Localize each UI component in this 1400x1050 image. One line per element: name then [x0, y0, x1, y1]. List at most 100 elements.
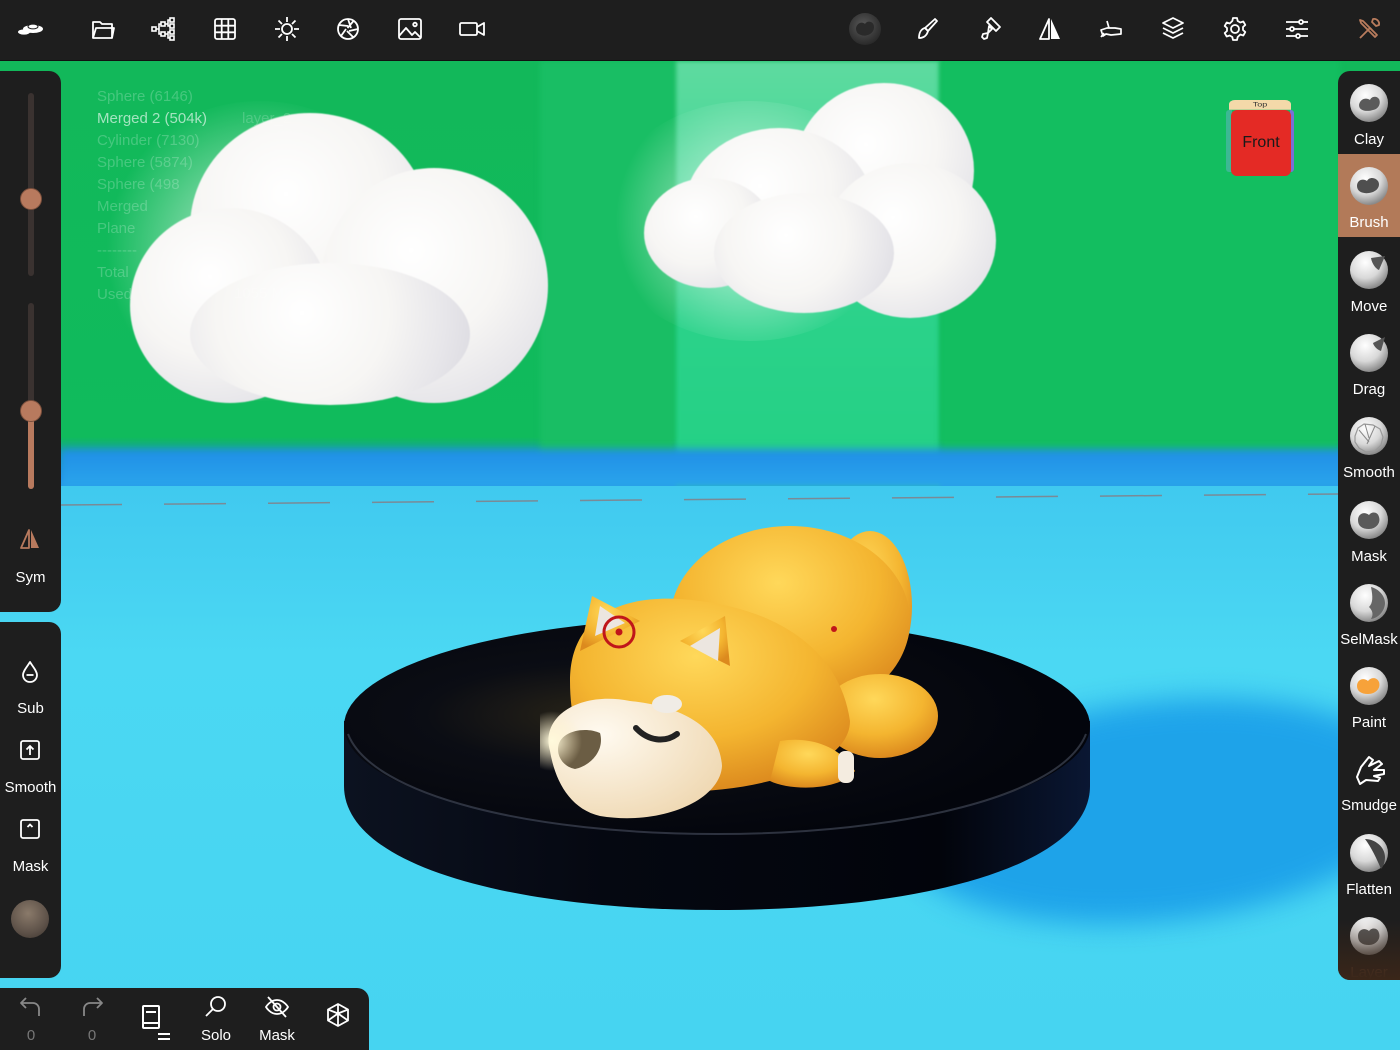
paint-brush-icon: [975, 15, 1003, 48]
layers-icon: [1159, 15, 1187, 48]
view-cube-front[interactable]: Front: [1231, 110, 1291, 176]
top-toolbar: [0, 0, 1400, 61]
tool-layer[interactable]: Layer: [1338, 904, 1400, 980]
search-icon: [203, 994, 229, 1025]
tool-smudge[interactable]: Smudge: [1338, 737, 1400, 820]
mask-tool-icon: [1350, 500, 1388, 539]
painting-button[interactable]: [970, 12, 1008, 50]
scene-tree-icon: [150, 15, 178, 48]
material-button[interactable]: [846, 12, 884, 50]
bottom-toolbar: 0 0 Solo Mask: [0, 988, 369, 1050]
gestures-button[interactable]: [1093, 12, 1131, 50]
redo-count: 0: [87, 1027, 97, 1044]
undo-button[interactable]: 0: [3, 994, 59, 1046]
mask-caret-icon: [18, 817, 42, 846]
tools-button[interactable]: [1350, 12, 1388, 50]
tool-smooth[interactable]: Smooth: [1338, 404, 1400, 487]
solo-button[interactable]: Solo: [188, 994, 244, 1046]
brush-icon: [913, 15, 941, 48]
brush-cursor: [602, 615, 636, 649]
radius-slider[interactable]: [28, 93, 34, 276]
camera-button[interactable]: [329, 12, 367, 50]
wireframe-button[interactable]: [310, 1002, 366, 1050]
left-modifier-panel: Sub Smooth Mask: [0, 622, 61, 978]
nomad-logo-icon: [16, 15, 44, 48]
stats-memory: 1055 MB: [234, 285, 295, 302]
stats-object: Sphere (498: [97, 176, 180, 193]
view-cube[interactable]: Top Front: [1226, 100, 1294, 178]
redo-icon: [79, 994, 105, 1025]
tool-paint[interactable]: Paint: [1338, 654, 1400, 737]
folder-open-icon: [89, 15, 117, 48]
lighting-button[interactable]: [268, 12, 306, 50]
flatten-tool-icon: [1350, 833, 1388, 872]
topology-button[interactable]: [206, 12, 244, 50]
undo-count: 0: [26, 1027, 36, 1044]
video-camera-icon: [458, 15, 486, 48]
undo-icon: [18, 994, 44, 1025]
stats-layer-tag: layer_2: [242, 110, 292, 127]
tool-label: Layer: [1350, 964, 1388, 980]
scene-button[interactable]: [145, 12, 183, 50]
app-logo-button[interactable]: [11, 12, 49, 50]
grid-icon: [211, 15, 239, 48]
material-preview-ball[interactable]: [11, 900, 49, 938]
layer-list-icon: [139, 1002, 173, 1047]
symmetry-button[interactable]: [1031, 12, 1069, 50]
tools-icon: [1355, 15, 1383, 48]
layer-list-button[interactable]: [128, 1002, 184, 1050]
cloud-right: [644, 83, 998, 318]
stats-object-active: Merged 2 (504k): [97, 110, 208, 127]
tool-label: SelMask: [1340, 630, 1398, 648]
aperture-icon: [334, 15, 362, 48]
stroke-button[interactable]: [908, 12, 946, 50]
tool-mask[interactable]: Mask: [1338, 488, 1400, 571]
move-tool-icon: [1350, 250, 1388, 289]
settings-button[interactable]: [1216, 12, 1254, 50]
drop-minus-icon: [18, 660, 42, 689]
gear-icon: [1221, 15, 1249, 48]
tool-clay[interactable]: Clay: [1338, 71, 1400, 154]
brush-tool-icon: [1350, 167, 1388, 206]
smooth-arrow-icon: [18, 738, 42, 767]
intensity-slider-handle[interactable]: [20, 399, 42, 422]
intensity-slider-fill: [28, 410, 34, 489]
tool-selmask[interactable]: SelMask: [1338, 571, 1400, 654]
mask-button[interactable]: [16, 817, 44, 845]
left-slider-panel: Sym: [0, 71, 61, 612]
redo-button[interactable]: 0: [64, 994, 120, 1046]
layers-button[interactable]: [1154, 12, 1192, 50]
tool-flatten[interactable]: Flatten: [1338, 821, 1400, 904]
postprocess-button[interactable]: [453, 12, 491, 50]
tool-drag[interactable]: Drag: [1338, 321, 1400, 404]
nomad-sculpt-app: Sphere (6146) Merged 2 (504k) Cylinder (…: [0, 0, 1400, 1050]
files-button[interactable]: [84, 12, 122, 50]
sym-button[interactable]: [16, 527, 44, 555]
stats-total: Total: [97, 264, 129, 281]
drag-tool-icon: [1350, 333, 1388, 372]
paint-tool-icon: [1350, 667, 1388, 706]
3d-viewport[interactable]: [0, 61, 1400, 1050]
tool-label: Clay: [1353, 131, 1384, 148]
wireframe-polyhedron-icon: [325, 1002, 351, 1033]
stats-object: Sphere (6146): [97, 88, 193, 105]
stats-object: Cylinder (7130): [97, 132, 200, 149]
tool-brush[interactable]: Brush: [1338, 154, 1400, 238]
wall-base-shadow: [60, 449, 1400, 489]
selmask-tool-icon: [1350, 583, 1388, 622]
mask-visibility-button[interactable]: Mask: [249, 994, 305, 1046]
sub-label: Sub: [17, 700, 44, 717]
view-cube-top[interactable]: Top: [1229, 100, 1291, 110]
background-button[interactable]: [391, 12, 429, 50]
hand-gesture-icon: [1098, 15, 1126, 48]
sub-button[interactable]: [16, 660, 44, 688]
radius-slider-handle[interactable]: [20, 188, 42, 211]
mask-visibility-label: Mask: [259, 1027, 295, 1044]
tool-move[interactable]: Move: [1338, 238, 1400, 321]
sym-label: Sym: [15, 569, 46, 586]
tool-label: Move: [1350, 297, 1388, 315]
sun-icon: [273, 15, 301, 48]
smooth-button[interactable]: [16, 738, 44, 766]
tool-label: Mask: [1351, 547, 1387, 565]
interface-button[interactable]: [1278, 12, 1316, 50]
